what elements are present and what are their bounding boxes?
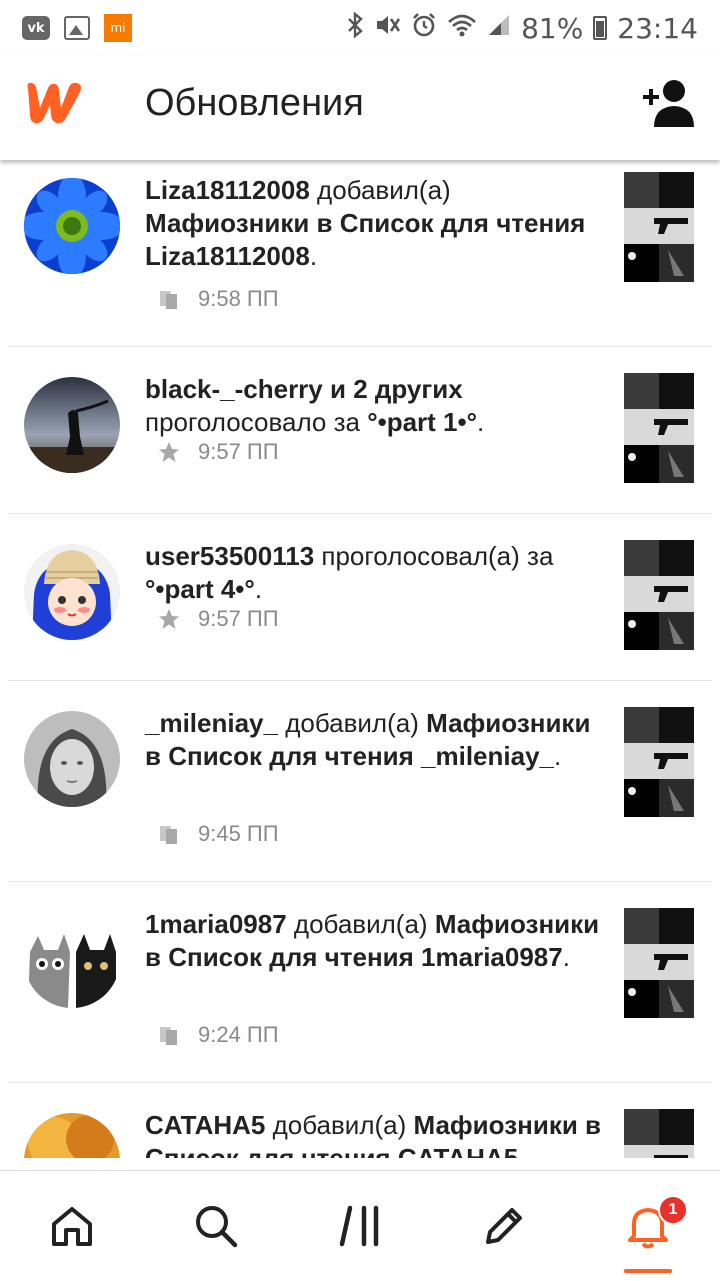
timestamp: 9:58 ПП [198,286,279,311]
activity-text: CATAHA5 добавил(а) Мафиозники в Список д… [145,1109,611,1158]
activity-meta: 9:57 ПП [158,439,279,465]
signal-icon [487,13,511,43]
star-icon [159,609,179,629]
add-person-icon [643,80,694,127]
active-tab-indicator [624,1269,672,1273]
search-icon [196,1206,238,1248]
updates-feed: Liza18112008 добавил(а) Мафиозники в Спи… [0,162,720,1158]
username[interactable]: black-_-cherry и 2 других [145,374,463,404]
avatar[interactable] [24,711,120,807]
mute-icon [375,13,401,43]
username[interactable]: user53500113 [145,541,314,571]
nav-write-button[interactable] [432,1171,576,1281]
wifi-icon [447,13,477,43]
activity-meta: 9:57 ПП [158,606,279,632]
nav-library-button[interactable] [288,1171,432,1281]
avatar[interactable] [24,377,120,473]
story-cover[interactable] [624,1109,694,1158]
story-cover[interactable] [624,172,694,282]
list-item[interactable]: user53500113 проголосовал(а) за °•part 4… [8,514,712,681]
library-add-icon [160,826,177,844]
username[interactable]: 1maria0987 [145,909,287,939]
page-title: Обновления [145,82,364,124]
activity-text: user53500113 проголосовал(а) за °•part 4… [145,541,554,604]
activity-text: _mileniay_ добавил(а) Мафиозники в Списо… [145,708,591,771]
activity-text: black-_-cherry и 2 других проголосовало … [145,374,485,437]
timestamp: 9:57 ПП [198,606,279,631]
nav-search-button[interactable] [144,1171,288,1281]
list-item[interactable]: _mileniay_ добавил(а) Мафиозники в Списо… [8,681,712,882]
username[interactable]: CATAHA5 [145,1110,265,1140]
activity-meta: 9:24 ПП [158,1022,279,1048]
nav-notifications-button[interactable]: 1 [576,1171,720,1281]
nav-home-button[interactable] [0,1171,144,1281]
mi-notification-icon: mi [104,14,132,42]
story-cover[interactable] [624,373,694,483]
alarm-icon [411,12,437,44]
list-item[interactable]: Liza18112008 добавил(а) Мафиозники в Спи… [8,162,712,347]
library-icon [339,1205,379,1247]
activity-meta: 9:45 ПП [158,821,279,847]
clock: 23:14 [617,11,698,45]
username[interactable]: Liza18112008 [145,175,310,205]
bluetooth-icon [347,11,365,44]
story-cover[interactable] [624,540,694,650]
username[interactable]: _mileniay_ [145,708,278,738]
story-link[interactable]: Мафиозники в Список для чтения Liza18112… [145,208,585,271]
avatar[interactable] [24,544,120,640]
app-bar: Обновления [0,56,720,160]
timestamp: 9:57 ПП [198,439,279,464]
star-icon [159,442,179,462]
library-add-icon [160,291,177,309]
activity-text: Liza18112008 добавил(а) Мафиозники в Спи… [145,175,586,271]
library-add-icon [160,1027,177,1045]
timestamp: 9:24 ПП [198,1022,279,1047]
gallery-notification-icon [64,16,90,40]
vk-notification-icon: vk [22,16,50,40]
story-link[interactable]: °•part 4•° [145,574,255,604]
story-cover[interactable] [624,908,694,1018]
wattpad-logo-icon[interactable] [22,78,88,126]
battery-icon [593,16,608,40]
avatar[interactable] [24,912,120,1008]
notification-badge: 1 [658,1195,688,1225]
avatar[interactable] [24,1113,120,1158]
pencil-icon [486,1208,522,1244]
activity-meta: 9:58 ПП [158,286,279,312]
bottom-navigation: 1 [0,1170,720,1281]
avatar[interactable] [24,178,120,274]
add-friend-button[interactable] [640,78,696,128]
story-link[interactable]: °•part 1•° [367,407,477,437]
battery-percent: 81% [521,11,584,45]
timestamp: 9:45 ПП [198,821,279,846]
activity-text: 1maria0987 добавил(а) Мафиозники в Списо… [145,909,600,972]
list-item[interactable]: CATAHA5 добавил(а) Мафиозники в Список д… [8,1083,712,1158]
status-bar: vk mi 81% 23:14 [0,0,720,56]
status-bar-notifications: vk mi [22,14,132,42]
status-bar-system: 81% 23:14 [347,11,698,45]
list-item[interactable]: black-_-cherry и 2 других проголосовало … [8,347,712,514]
list-item[interactable]: 1maria0987 добавил(а) Мафиозники в Списо… [8,882,712,1083]
home-icon [52,1207,92,1246]
story-cover[interactable] [624,707,694,817]
